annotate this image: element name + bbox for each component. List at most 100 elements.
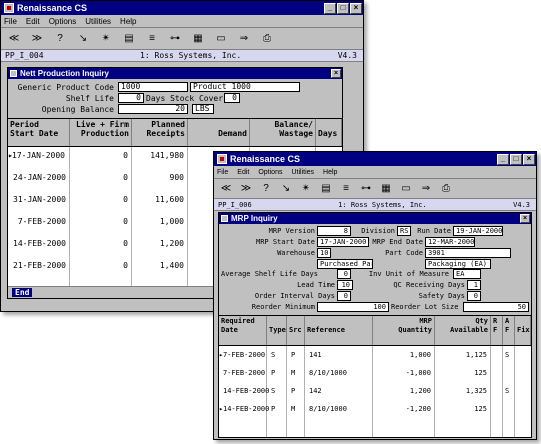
run-icon[interactable]: ✴ — [96, 30, 116, 48]
col-demand[interactable]: Demand — [188, 119, 250, 146]
table-row[interactable]: ▸ 14-FEB-2000 P M 8/10/1000 -1,200 125 — [219, 404, 531, 414]
calculator-icon[interactable]: ▤ — [317, 180, 335, 198]
grid-header: Period Start Date Live + Firm Production… — [8, 119, 342, 147]
product-desc-field[interactable]: Product 1000 — [190, 82, 300, 92]
help-icon[interactable]: ? — [257, 180, 275, 198]
cell-ref: 141 — [309, 351, 322, 359]
col-required-date[interactable]: Required Date — [219, 316, 267, 345]
forward-icon[interactable]: ⇒ — [417, 180, 435, 198]
safety-days-field[interactable]: 0 — [467, 291, 481, 301]
reorder-min-field[interactable]: 100 — [317, 302, 389, 312]
col-fix[interactable]: Fix — [515, 316, 531, 345]
titlebar[interactable]: Renaissance CS _ □ × — [214, 152, 536, 166]
close-button[interactable]: × — [350, 2, 362, 14]
mrp-end-field[interactable]: 12-MAR-2000 — [425, 237, 475, 247]
menu-options[interactable]: Options — [258, 169, 282, 176]
cell-date: 7-FEB-2000 — [17, 217, 66, 226]
list-icon[interactable]: ≡ — [337, 180, 355, 198]
col-type[interactable]: Type — [267, 316, 287, 345]
opening-balance-field[interactable]: 20 — [118, 104, 188, 114]
cell-avail: 1,125 — [465, 351, 487, 359]
cell-avail: 125 — [474, 405, 487, 413]
cell-flag: S — [505, 387, 510, 395]
col-qty-available[interactable]: Qty Available — [435, 316, 491, 345]
menu-edit[interactable]: Edit — [237, 169, 249, 176]
rewind-icon[interactable]: ≪ — [4, 30, 24, 48]
table-row[interactable]: ▸ 7-FEB-2000 S P 141 1,000 1,125 S — [219, 350, 531, 360]
warehouse-desc-field[interactable]: Purchased Part — [317, 259, 373, 269]
grid-icon[interactable]: ▦ — [377, 180, 395, 198]
avg-shelf-field[interactable]: 0 — [337, 269, 351, 279]
pointer-icon[interactable]: ↘ — [277, 180, 295, 198]
close-button[interactable]: × — [523, 153, 535, 165]
forward-icon[interactable]: ⇒ — [234, 30, 254, 48]
col-r-f[interactable]: R F — [491, 316, 503, 345]
reorder-lot-field[interactable]: 50 — [463, 302, 529, 312]
company-name: 1: Ross Systems, Inc. — [140, 51, 242, 60]
fast-forward-icon[interactable]: ≫ — [27, 30, 47, 48]
part-desc-field[interactable]: Packaging (EA) — [425, 259, 491, 269]
menu-utilities[interactable]: Utilities — [291, 169, 314, 176]
days-stock-cover-field[interactable]: 0 — [224, 93, 240, 103]
col-period-start[interactable]: Period Start Date — [8, 119, 70, 146]
menu-help[interactable]: Help — [323, 169, 337, 176]
table-row[interactable]: 14-FEB-2000 S P 142 1,200 1,325 S — [219, 386, 531, 396]
minimize-button[interactable]: _ — [324, 2, 336, 14]
col-planned[interactable]: Planned Receipts — [132, 119, 188, 146]
minimize-button[interactable]: _ — [497, 153, 509, 165]
col-src[interactable]: Src — [287, 316, 305, 345]
maximize-button[interactable]: □ — [510, 153, 522, 165]
mrp-version-field[interactable]: 8 — [317, 226, 351, 236]
app-icon — [217, 154, 227, 164]
table-row[interactable]: 7-FEB-2000 P M 8/10/1000 -1,000 125 — [219, 368, 531, 378]
print-icon[interactable]: ⎙ — [257, 30, 277, 48]
part-code-field[interactable]: 3901 — [425, 248, 511, 258]
inv-uom-field[interactable]: EA — [453, 269, 481, 279]
cell-live: 0 — [123, 239, 128, 248]
titlebar[interactable]: Renaissance CS _ □ × — [1, 1, 363, 15]
end-button[interactable]: End — [12, 288, 33, 297]
opening-balance-unit[interactable]: LBS — [192, 104, 214, 114]
print-icon[interactable]: ⎙ — [437, 180, 455, 198]
menu-edit[interactable]: Edit — [26, 17, 40, 26]
col-mrp-quantity[interactable]: MRP Quantity — [373, 316, 435, 345]
close-icon[interactable]: × — [520, 214, 530, 223]
col-reference[interactable]: Reference — [305, 316, 373, 345]
tree-icon[interactable]: ⊶ — [165, 30, 185, 48]
maximize-button[interactable]: □ — [337, 2, 349, 14]
rewind-icon[interactable]: ≪ — [217, 180, 235, 198]
calculator-icon[interactable]: ▤ — [119, 30, 139, 48]
generic-product-field[interactable]: 1000 — [118, 82, 188, 92]
division-field[interactable]: RS — [397, 226, 411, 236]
menu-file[interactable]: File — [217, 169, 228, 176]
help-icon[interactable]: ? — [50, 30, 70, 48]
cell-qty: 1,200 — [409, 387, 431, 395]
list-icon[interactable]: ≡ — [142, 30, 162, 48]
lead-time-label: Lead Time — [297, 281, 335, 289]
menu-options[interactable]: Options — [49, 17, 77, 26]
close-icon[interactable]: × — [331, 69, 341, 78]
col-a-f[interactable]: A F — [503, 316, 515, 345]
window-icon[interactable]: ▭ — [211, 30, 231, 48]
tree-icon[interactable]: ⊶ — [357, 180, 375, 198]
warehouse-field[interactable]: 10 — [317, 248, 331, 258]
grid-icon[interactable]: ▦ — [188, 30, 208, 48]
lead-time-field[interactable]: 10 — [337, 280, 353, 290]
fast-forward-icon[interactable]: ≫ — [237, 180, 255, 198]
menu-help[interactable]: Help — [120, 17, 136, 26]
pointer-icon[interactable]: ↘ — [73, 30, 93, 48]
run-date-field[interactable]: 19-JAN-2000 — [453, 226, 503, 236]
col-live-firm[interactable]: Live + Firm Production — [70, 119, 132, 146]
mrp-start-field[interactable]: 17-JAN-2000 — [317, 237, 369, 247]
qc-days-field[interactable]: 1 — [467, 280, 481, 290]
mrp-start-label: MRP Start Date — [255, 238, 315, 246]
col-balance[interactable]: Balance/ Wastage — [250, 119, 316, 146]
window-icon[interactable]: ▭ — [397, 180, 415, 198]
menu-file[interactable]: File — [4, 17, 17, 26]
window-title: Renaissance CS — [17, 3, 88, 13]
order-interval-field[interactable]: 0 — [337, 291, 351, 301]
shelf-life-field[interactable]: 0 — [118, 93, 144, 103]
col-days[interactable]: Days — [316, 119, 342, 146]
run-icon[interactable]: ✴ — [297, 180, 315, 198]
menu-utilities[interactable]: Utilities — [85, 17, 111, 26]
